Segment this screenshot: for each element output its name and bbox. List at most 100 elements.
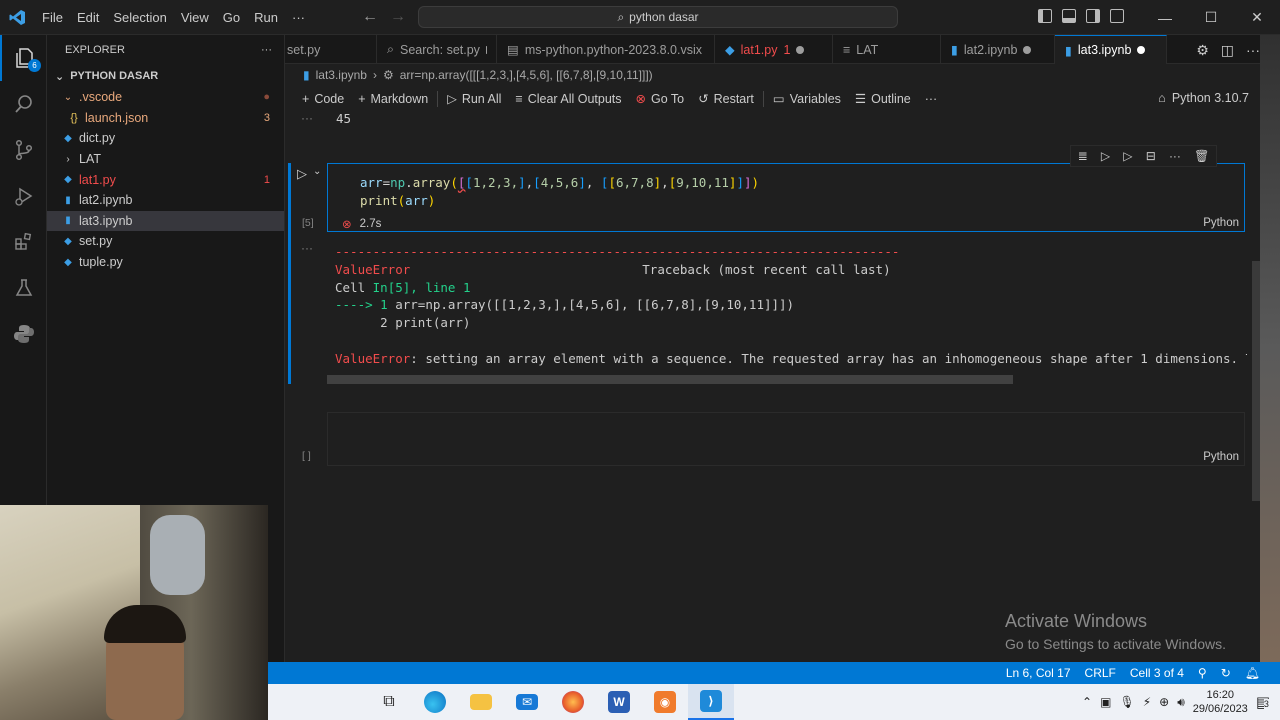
tree-item-lat-folder[interactable]: › LAT — [47, 149, 284, 170]
cell-more-icon[interactable]: ··· — [1169, 149, 1181, 163]
tab-lat1-py[interactable]: ◆ lat1.py 1 — [715, 35, 833, 64]
execute-above-icon[interactable]: ▷ — [1101, 149, 1110, 163]
line-ending[interactable]: CRLF — [1085, 666, 1116, 680]
search-view-icon[interactable] — [0, 81, 47, 127]
tab-lat3-ipynb[interactable]: ▮ lat3.ipynb — [1055, 35, 1167, 64]
cell-language[interactable]: Python — [1203, 217, 1239, 229]
screen-recorder-icon[interactable]: ◉ — [642, 684, 688, 720]
task-view-icon[interactable]: ⧉ — [366, 684, 412, 720]
chevron-up-icon[interactable]: ⌃ — [1082, 695, 1092, 709]
unsaved-dot-icon[interactable] — [796, 45, 805, 54]
kernel-picker[interactable]: ⌂ Python 3.10.7 — [1158, 91, 1249, 105]
run-by-line-icon[interactable]: ≣ — [1078, 149, 1088, 163]
run-cell-button[interactable]: ▷ — [297, 166, 307, 182]
menu-selection[interactable]: Selection — [106, 10, 173, 25]
word-icon[interactable]: W — [596, 684, 642, 720]
maximize-icon[interactable]: ☐ — [1188, 0, 1234, 35]
tab-lat2-ipynb[interactable]: ▮ lat2.ipynb — [941, 35, 1055, 64]
cell-language[interactable]: Python — [1203, 451, 1239, 463]
toolbar-more-button[interactable]: ··· — [918, 92, 945, 106]
unsaved-dot-icon[interactable] — [1137, 46, 1146, 54]
back-arrow-icon[interactable]: ← — [362, 8, 378, 26]
code-line-2[interactable]: print(arr) — [360, 193, 435, 208]
tab-set-py[interactable]: set.py — [285, 35, 377, 64]
tree-item-lat1-py[interactable]: ◆ lat1.py 1 — [47, 169, 284, 190]
output-collapse-marker[interactable]: ··· — [301, 111, 313, 125]
mail-icon[interactable]: ✉ — [504, 684, 550, 720]
command-center-search[interactable]: ⌕ python dasar — [418, 6, 898, 28]
wifi-globe-icon[interactable]: ⊕ — [1159, 695, 1169, 709]
code-cell[interactable]: arr=np.array([[1,2,3,],[4,5,6], [[6,7,8]… — [327, 163, 1245, 232]
go-to-button[interactable]: ⊗ Go To — [629, 91, 692, 107]
menu-more[interactable]: ··· — [285, 10, 312, 25]
cursor-position[interactable]: Ln 6, Col 17 — [1006, 666, 1071, 680]
editor-vertical-scrollbar[interactable] — [1252, 261, 1260, 501]
workspace-folder-header[interactable]: ⌄ PYTHON DASAR — [47, 65, 284, 87]
power-plug-icon[interactable]: ⚡︎ — [1143, 695, 1151, 709]
network-camera-icon[interactable]: ▣ — [1100, 695, 1111, 709]
gear-icon[interactable]: ⚙ — [1196, 42, 1209, 59]
unsaved-dot-icon[interactable] — [1023, 45, 1032, 54]
edge-browser-icon[interactable] — [412, 684, 458, 720]
close-icon[interactable]: ✕ — [1234, 0, 1280, 35]
extensions-icon[interactable] — [0, 219, 47, 265]
output-collapse-marker[interactable]: ··· — [301, 241, 313, 255]
explorer-icon[interactable]: 6 — [0, 35, 47, 81]
menu-edit[interactable]: Edit — [70, 10, 106, 25]
tab-search-set-py[interactable]: ⌕ Search: set.py — [377, 35, 497, 64]
empty-code-cell[interactable]: Python — [327, 412, 1245, 466]
tree-item-dict-py[interactable]: ◆ dict.py — [47, 128, 284, 149]
tree-item-lat2-ipynb[interactable]: ▮ lat2.ipynb — [47, 190, 284, 211]
toggle-primary-sidebar-icon[interactable] — [1038, 9, 1052, 23]
breadcrumb-file[interactable]: lat3.ipynb — [316, 68, 367, 82]
code-line-1[interactable]: arr=np.array([[1,2,3,],[4,5,6], [[6,7,8]… — [360, 175, 759, 190]
minimize-icon[interactable]: — — [1142, 0, 1188, 35]
variables-button[interactable]: ▭ Variables — [766, 91, 848, 107]
split-editor-icon[interactable]: ◫ — [1221, 42, 1234, 59]
add-markdown-cell-button[interactable]: + Markdown — [351, 92, 435, 106]
microphone-icon[interactable]: 🎙︎ — [1119, 695, 1134, 709]
accounts-icon[interactable]: ⚲ — [1198, 666, 1207, 680]
forward-arrow-icon[interactable]: → — [390, 8, 406, 26]
clock[interactable]: 16:20 29/06/2023 — [1193, 688, 1248, 716]
menu-file[interactable]: File — [35, 10, 70, 25]
explorer-more-button[interactable]: ··· — [261, 44, 272, 56]
tree-item-vscode[interactable]: ⌄ .vscode ● — [47, 87, 284, 108]
notifications-bell-icon[interactable]: 🔔︎ — [1245, 666, 1260, 680]
more-actions-icon[interactable]: ··· — [1246, 42, 1260, 59]
customize-layout-icon[interactable] — [1110, 9, 1124, 23]
menu-run[interactable]: Run — [247, 10, 285, 25]
restart-button[interactable]: ↺ Restart — [691, 91, 761, 107]
source-control-icon[interactable] — [0, 127, 47, 173]
python-icon[interactable] — [0, 311, 47, 357]
run-debug-icon[interactable] — [0, 173, 47, 219]
vscode-taskbar-icon[interactable]: ⟩ — [688, 684, 734, 720]
live-share-icon[interactable]: ↻ — [1221, 666, 1231, 680]
toggle-panel-icon[interactable] — [1062, 9, 1076, 23]
notification-center-icon[interactable]: ▤3 — [1256, 693, 1270, 711]
cell-reference-link[interactable]: In[5], line 1 — [373, 280, 471, 295]
volume-icon[interactable]: 🔊︎ — [1177, 695, 1185, 710]
tree-item-tuple-py[interactable]: ◆ tuple.py — [47, 252, 284, 273]
tab-vsix[interactable]: ▤ ms-python.python-2023.8.0.vsix — [497, 35, 715, 64]
menu-view[interactable]: View — [174, 10, 216, 25]
menu-go[interactable]: Go — [216, 10, 247, 25]
run-options-chevron-icon[interactable]: ⌄ — [313, 166, 321, 177]
clear-all-outputs-button[interactable]: ≡ Clear All Outputs — [508, 92, 628, 106]
run-all-button[interactable]: ▷ Run All — [440, 91, 508, 107]
split-cell-icon[interactable]: ⊟ — [1146, 149, 1156, 163]
file-explorer-icon[interactable] — [458, 684, 504, 720]
outline-button[interactable]: ☰ Outline — [848, 91, 918, 107]
tree-item-launch-json[interactable]: {} launch.json 3 — [47, 108, 284, 129]
tab-lat[interactable]: ≡ LAT — [833, 35, 941, 64]
toggle-secondary-sidebar-icon[interactable] — [1086, 9, 1100, 23]
cell-indicator[interactable]: Cell 3 of 4 — [1130, 666, 1184, 680]
delete-cell-icon[interactable]: 🗑 — [1194, 149, 1209, 163]
tree-item-set-py[interactable]: ◆ set.py — [47, 231, 284, 252]
execute-below-icon[interactable]: ▷ — [1123, 149, 1132, 163]
add-code-cell-button[interactable]: + Code — [295, 92, 351, 106]
breadcrumb-symbol[interactable]: arr=np.array([[[1,2,3,],[4,5,6], [[6,7,8… — [400, 68, 653, 82]
firefox-icon[interactable] — [550, 684, 596, 720]
testing-flask-icon[interactable] — [0, 265, 47, 311]
tree-item-lat3-ipynb[interactable]: ▮ lat3.ipynb — [47, 210, 284, 232]
